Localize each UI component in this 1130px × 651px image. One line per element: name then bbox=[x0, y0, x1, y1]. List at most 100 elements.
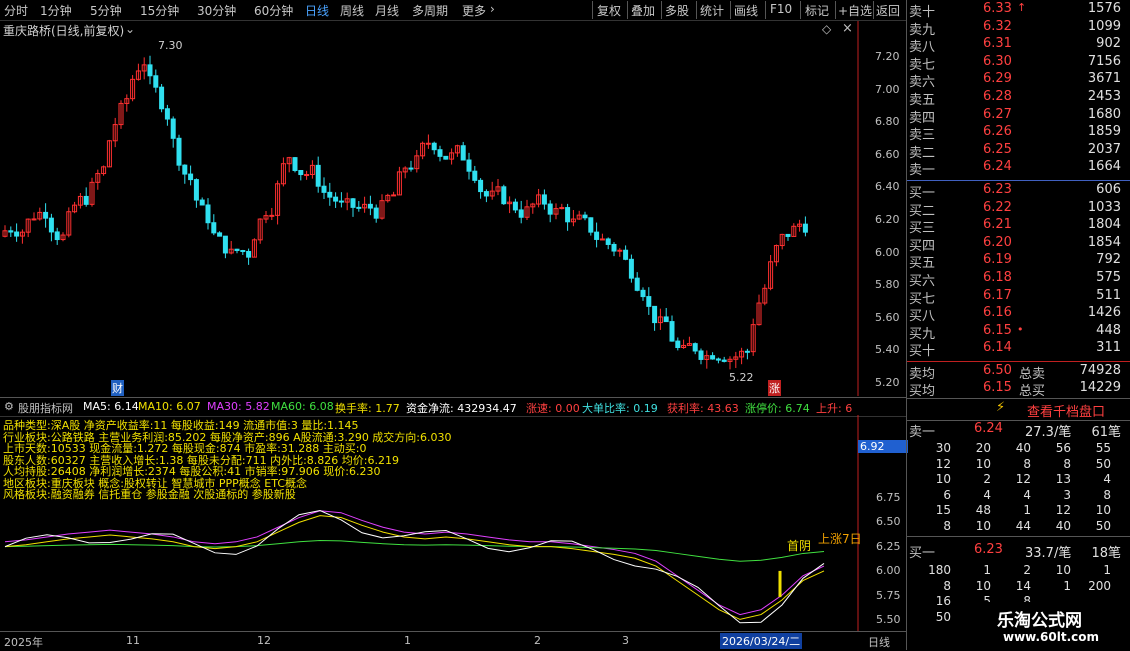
level-volume: 1576 bbox=[1087, 1, 1121, 16]
level-volume: 1859 bbox=[1087, 124, 1121, 140]
overlay-button[interactable]: 叠加 bbox=[631, 2, 655, 19]
sell-level-row: 卖一 6.24 1664 bbox=[907, 158, 1130, 178]
candle-body bbox=[8, 230, 14, 233]
candle-body bbox=[652, 305, 658, 324]
sell-level-row: 卖七 6.30 7156 bbox=[907, 53, 1130, 73]
limit-up-marker[interactable]: 涨 bbox=[768, 380, 781, 396]
candle-body bbox=[605, 238, 611, 245]
level-price: 6.14 bbox=[983, 340, 1012, 356]
stock-title: 重庆路桥(日线,前复权) bbox=[3, 24, 125, 38]
level-volume: 902 bbox=[1096, 36, 1121, 52]
tab-daily[interactable]: 日线 bbox=[305, 2, 329, 19]
price-tick-label: 6.20 bbox=[875, 213, 900, 226]
indicator-tick-label: 6.00 bbox=[876, 564, 901, 578]
draw-line-button[interactable]: 画线 bbox=[734, 2, 758, 19]
queue-sell1-header: 卖一 6.24 27.3/笔 61笔 bbox=[909, 421, 1121, 440]
buy-level-row: 买五 6.19 792 bbox=[907, 251, 1130, 271]
price-tick-label: 6.60 bbox=[875, 147, 900, 161]
add-watchlist-button[interactable]: +自选 bbox=[838, 2, 872, 19]
flag-icon: ↑ bbox=[1017, 1, 1027, 14]
candle-body bbox=[785, 233, 791, 237]
fuquan-button[interactable]: 复权 bbox=[597, 2, 621, 19]
queue-cell: 8 bbox=[943, 578, 951, 593]
candle-body bbox=[721, 359, 727, 362]
indicator-header: ⚙ 股朋指标网 MA5: 6.14 MA10: 6.07 MA30: 5.82 MA6… bbox=[0, 397, 906, 417]
level-volume: 792 bbox=[1096, 252, 1121, 268]
indicator-value: 换手率: 1.77 bbox=[335, 402, 400, 415]
candle-body bbox=[356, 206, 362, 209]
queue-cell: 1 bbox=[1063, 578, 1071, 593]
candle-body bbox=[211, 222, 217, 234]
queue-cell: 3 bbox=[1063, 487, 1071, 502]
queue-cell: 180 bbox=[928, 563, 951, 577]
tab-60min[interactable]: 60分钟 bbox=[254, 2, 293, 19]
tab-30min[interactable]: 30分钟 bbox=[197, 2, 236, 19]
multi-stock-button[interactable]: 多股 bbox=[665, 2, 689, 19]
indicator-value: 涨停价: 6.74 bbox=[745, 402, 810, 415]
tab-monthly[interactable]: 月线 bbox=[375, 2, 399, 19]
candle-body bbox=[159, 86, 165, 110]
level-volume: 7156 bbox=[1087, 53, 1121, 69]
candle-body bbox=[188, 173, 194, 181]
queue-row: 12 10 8 8 50 bbox=[907, 456, 1130, 472]
queue-cell: 10 bbox=[975, 518, 991, 533]
period-toolbar: 分时 1分钟 5分钟 15分钟 30分钟 60分钟 日线 周线 月线 多周期 更… bbox=[0, 0, 906, 21]
candle-body bbox=[164, 108, 170, 120]
indicator-value: 获利率: 43.63 bbox=[667, 402, 739, 415]
buy-level-row: 买三 6.21 1804 bbox=[907, 216, 1130, 236]
f10-button[interactable]: F10 bbox=[770, 2, 792, 16]
candle-body bbox=[327, 191, 333, 198]
level-volume: 1033 bbox=[1087, 199, 1121, 215]
chevron-down-icon[interactable]: ⌄ bbox=[125, 22, 135, 36]
queue-row: 10 2 12 13 4 bbox=[907, 471, 1130, 487]
candle-body bbox=[425, 142, 431, 145]
tab-more[interactable]: 更多 bbox=[462, 2, 486, 19]
queue-cell: 56 bbox=[1055, 441, 1071, 455]
sell-level-row: 卖三 6.26 1859 bbox=[907, 123, 1130, 143]
mark-button[interactable]: 标记 bbox=[805, 2, 829, 19]
indicator-tick-label: 6.75 bbox=[876, 491, 901, 504]
sell-level-row: 卖六 6.29 3671 bbox=[907, 70, 1130, 90]
indicator-value: 涨速: 0.00 bbox=[526, 402, 580, 415]
statistics-button[interactable]: 统计 bbox=[700, 2, 724, 19]
candle-body bbox=[147, 64, 153, 77]
indicator-value: 大单比率: 0.19 bbox=[582, 402, 658, 415]
candle-body bbox=[391, 194, 397, 197]
close-icon[interactable]: × bbox=[842, 21, 853, 36]
candlestick-chart[interactable] bbox=[0, 21, 906, 396]
tab-5min[interactable]: 5分钟 bbox=[90, 2, 122, 19]
level-price: 6.24 bbox=[983, 159, 1012, 175]
view-depth-button[interactable]: ⚡ 查看千档盘口 bbox=[907, 399, 1130, 420]
candle-body bbox=[460, 145, 466, 161]
candle-body bbox=[547, 203, 553, 215]
tab-15min[interactable]: 15分钟 bbox=[140, 2, 179, 19]
back-button[interactable]: 返回 bbox=[876, 2, 900, 19]
candle-body bbox=[350, 198, 356, 208]
gear-icon[interactable]: ⚙ bbox=[4, 400, 14, 413]
candle-body bbox=[646, 296, 652, 307]
level-price: 6.27 bbox=[983, 106, 1012, 122]
candle-body bbox=[478, 179, 484, 193]
level-volume: 2453 bbox=[1087, 89, 1121, 104]
tab-weekly[interactable]: 周线 bbox=[340, 2, 364, 19]
level-volume: 3671 bbox=[1087, 71, 1121, 87]
queue-cell: 1 bbox=[983, 563, 991, 577]
tab-fenshi[interactable]: 分时 bbox=[4, 2, 28, 19]
candle-body bbox=[199, 199, 205, 206]
tab-multi-period[interactable]: 多周期 bbox=[412, 2, 448, 19]
chevron-right-icon[interactable]: › bbox=[490, 2, 495, 16]
level-volume: 575 bbox=[1096, 270, 1121, 285]
tab-1min[interactable]: 1分钟 bbox=[40, 2, 72, 19]
candle-body bbox=[512, 201, 518, 211]
level-volume: 1099 bbox=[1087, 18, 1121, 34]
diamond-icon[interactable]: ◇ bbox=[822, 22, 831, 36]
finance-marker[interactable]: 财 bbox=[111, 380, 124, 396]
level-price: 6.17 bbox=[983, 287, 1012, 303]
indicator-name[interactable]: 股朋指标网 bbox=[18, 400, 73, 416]
queue-row: 8 10 44 40 50 bbox=[907, 518, 1130, 534]
candle-body bbox=[594, 231, 600, 240]
buy-level-row: 买二 6.22 1033 bbox=[907, 199, 1130, 219]
candle-body bbox=[744, 350, 750, 353]
level-volume: 448 bbox=[1096, 322, 1121, 338]
level-label: 买十 bbox=[909, 344, 936, 360]
